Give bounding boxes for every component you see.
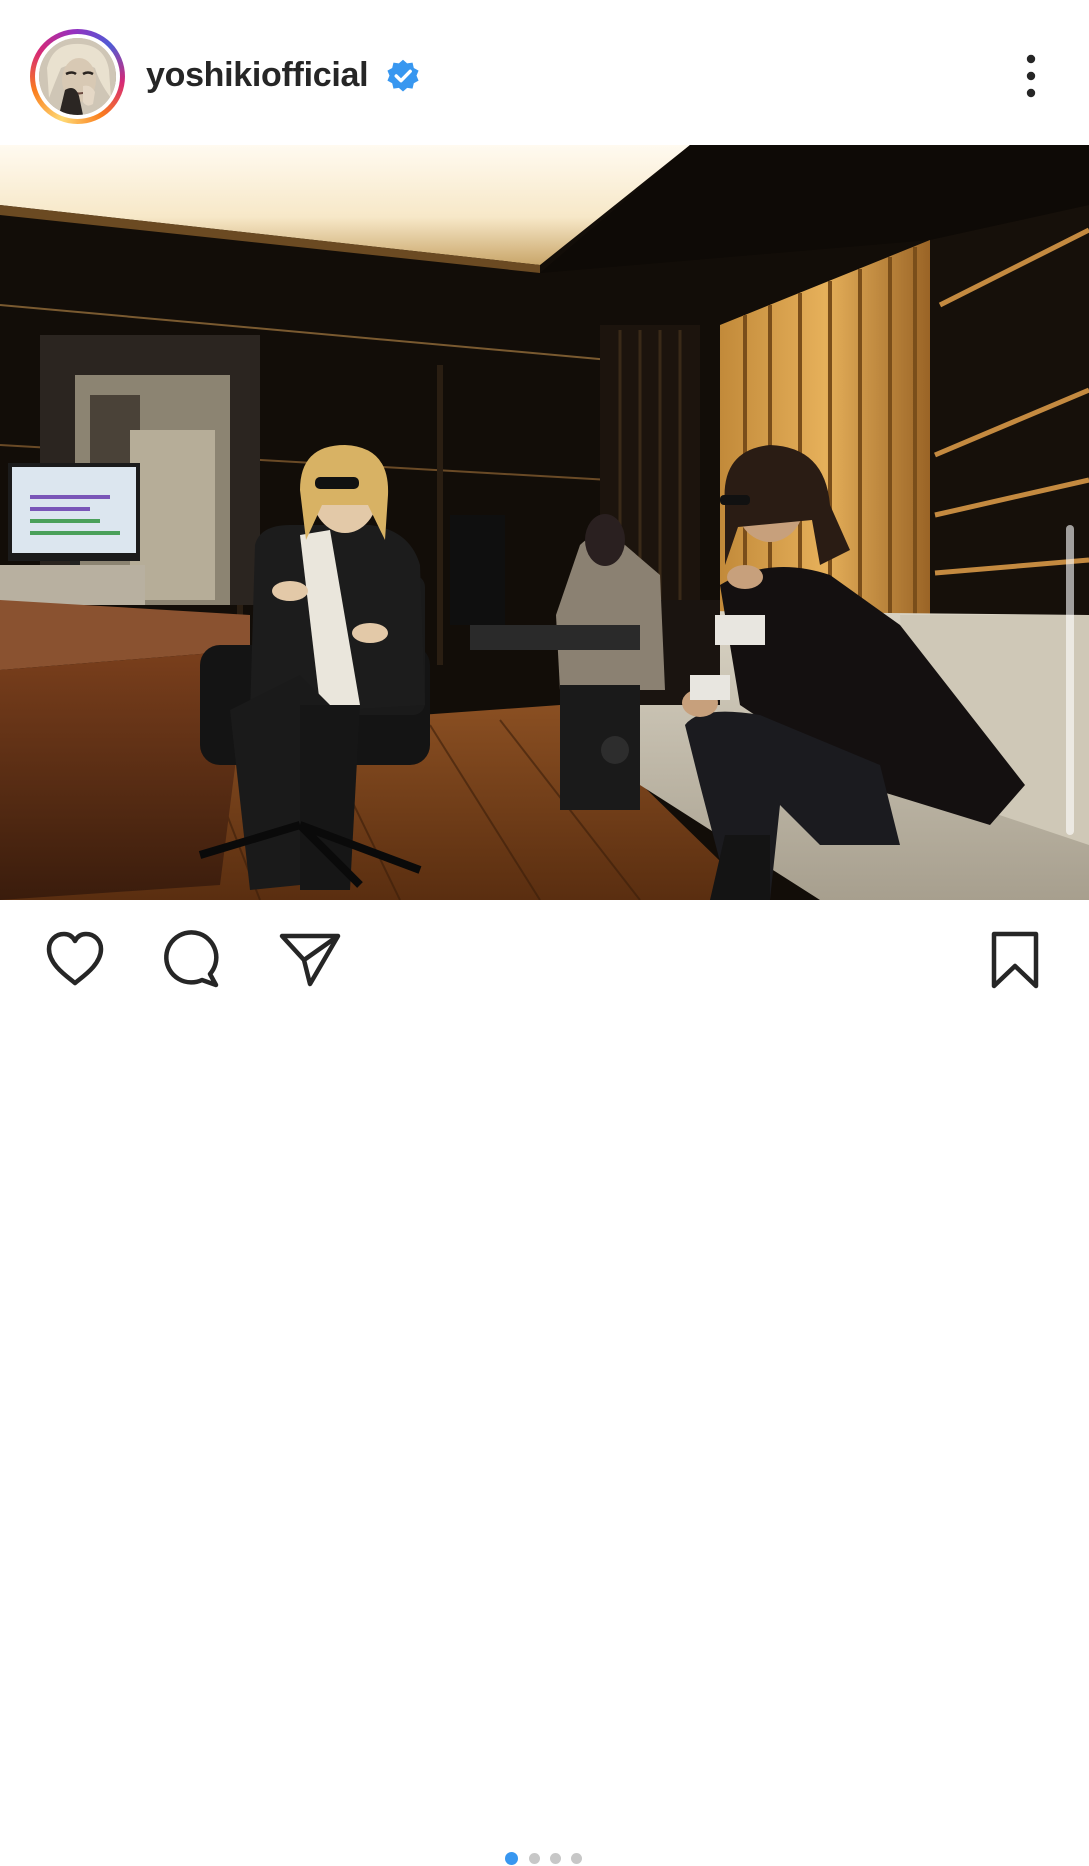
post-header: yoshikiofficial (0, 0, 1089, 145)
carousel-dot (550, 1853, 561, 1864)
action-bar (0, 900, 1089, 1865)
studio-scene-image (0, 145, 1089, 900)
bookmark-icon[interactable] (988, 930, 1042, 990)
story-ring[interactable] (30, 29, 125, 124)
post-photo[interactable] (0, 145, 1089, 900)
more-options-icon[interactable] (1016, 52, 1046, 102)
paper-plane-icon[interactable] (278, 930, 342, 988)
avatar[interactable] (39, 38, 116, 115)
avatar-portrait (39, 38, 116, 115)
carousel-dot (571, 1853, 582, 1864)
verified-badge-icon (387, 59, 419, 92)
carousel-dot (529, 1853, 540, 1864)
heart-icon[interactable] (44, 930, 106, 988)
comment-icon[interactable] (160, 929, 222, 989)
carousel-dot-active (505, 1852, 518, 1865)
username[interactable]: yoshikiofficial (146, 55, 369, 95)
